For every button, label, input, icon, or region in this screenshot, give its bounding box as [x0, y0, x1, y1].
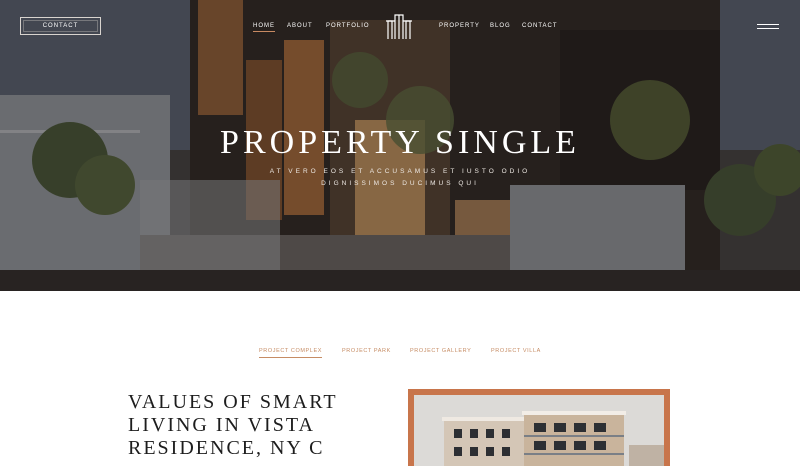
tab-project-gallery[interactable]: PROJECT GALLERY: [410, 348, 471, 354]
tab-project-complex[interactable]: PROJECT COMPLEX: [259, 348, 322, 358]
section-heading-line-2: LIVING IN VISTA: [128, 414, 315, 436]
nav-item-portfolio[interactable]: PORTFOLIO: [326, 23, 370, 29]
hero-banner: CONTACT HOME ABOUT PORTFOLIO PROPERTY BL…: [0, 0, 800, 291]
nav-item-blog[interactable]: BLOG: [490, 23, 511, 29]
apartment-building-image: [414, 395, 664, 466]
nav-item-property[interactable]: PROPERTY: [439, 23, 480, 29]
hero-subtitle-line-1: AT VERO EOS ET ACCUSAMUS ET IUSTO ODIO: [269, 168, 531, 175]
nav-item-about[interactable]: ABOUT: [287, 23, 313, 29]
hero-subtitle-line-2: DIGNISSIMOS DUCIMUS QUI: [321, 180, 479, 187]
section-heading: VALUES OF SMART LIVING IN VISTA RESIDENC…: [128, 391, 368, 460]
page-title: PROPERTY SINGLE: [220, 124, 580, 161]
project-image: [414, 395, 664, 466]
tab-project-villa[interactable]: PROJECT VILLA: [491, 348, 541, 354]
tab-project-park[interactable]: PROJECT PARK: [342, 348, 391, 354]
section-heading-line-3: RESIDENCE, NY C: [128, 437, 325, 459]
hamburger-icon[interactable]: [757, 23, 779, 31]
building-logo-icon[interactable]: [385, 11, 413, 41]
contact-button-label: CONTACT: [42, 23, 79, 29]
nav-item-contact[interactable]: CONTACT: [522, 23, 558, 29]
contact-button[interactable]: CONTACT: [20, 17, 101, 35]
nav-item-home[interactable]: HOME: [253, 23, 275, 32]
section-heading-line-1: VALUES OF SMART: [128, 391, 338, 413]
